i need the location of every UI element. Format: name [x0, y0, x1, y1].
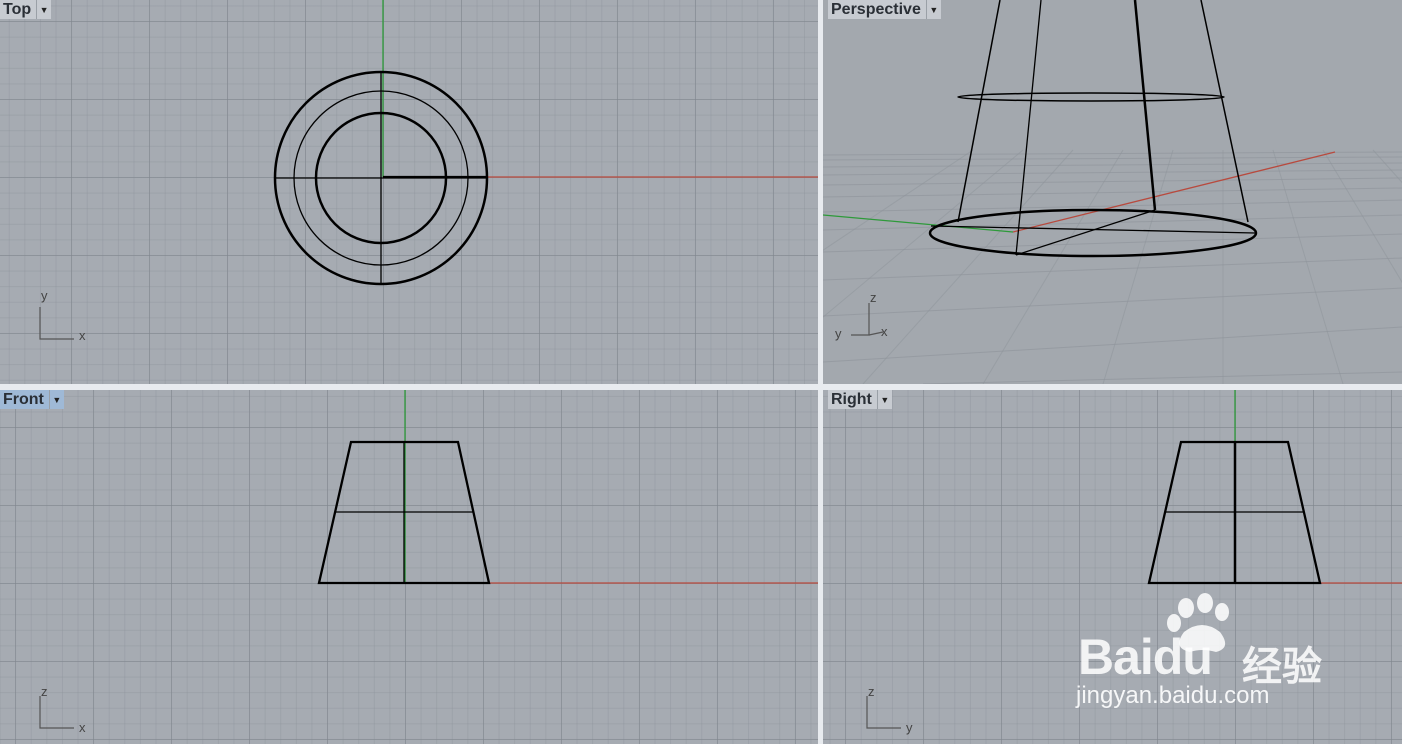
right-view-canvas	[866, 390, 1402, 729]
chevron-down-icon[interactable]: ▼	[37, 0, 52, 19]
axis-indicator	[866, 696, 901, 729]
viewport-tab-top[interactable]: Top ▼	[0, 0, 52, 19]
chevron-down-icon[interactable]: ▼	[926, 0, 941, 19]
perspective-grid	[823, 149, 1402, 384]
base-cross-1	[1015, 209, 1156, 256]
chevron-down-icon[interactable]: ▼	[49, 390, 64, 409]
axis-indicator-label-y: y	[835, 326, 842, 341]
axis-indicator-label-b: x	[79, 328, 86, 343]
top-view-canvas	[39, 0, 818, 340]
viewport-title: Front	[0, 390, 50, 409]
axis-indicator-label-a: z	[868, 684, 875, 699]
viewport-perspective[interactable]: z y x Perspective ▼	[823, 0, 1402, 384]
front-view-canvas	[39, 390, 818, 729]
chevron-down-icon[interactable]: ▼	[877, 390, 892, 409]
axis-indicator-label-x: x	[881, 324, 888, 339]
viewport-right[interactable]: z y Right ▼	[823, 390, 1402, 744]
viewport-title: Top	[0, 0, 38, 19]
viewport-splitter-horizontal[interactable]	[0, 384, 1402, 390]
axis-indicator	[851, 303, 884, 336]
axis-indicator-label-a: z	[41, 684, 48, 699]
viewport-title: Perspective	[828, 0, 927, 19]
viewport-splitter-vertical[interactable]	[818, 0, 823, 744]
axis-indicator-label-b: y	[906, 720, 913, 735]
viewport-tab-right[interactable]: Right ▼	[828, 390, 892, 409]
axis-indicator	[39, 307, 74, 340]
viewport-front[interactable]: z x Front ▼	[0, 390, 818, 744]
viewport-top[interactable]: y x Top ▼	[0, 0, 818, 384]
viewport-tab-perspective[interactable]: Perspective ▼	[828, 0, 941, 19]
perspective-canvas	[823, 0, 1402, 384]
viewport-tab-front[interactable]: Front ▼	[0, 390, 64, 409]
viewport-title: Right	[828, 390, 878, 409]
axis-indicator-label-z: z	[870, 290, 877, 305]
axis-indicator-label-b: x	[79, 720, 86, 735]
base-ellipse	[928, 208, 1258, 258]
axis-indicator	[39, 696, 74, 729]
sky-area	[823, 0, 1402, 148]
x-axis-line	[1012, 151, 1336, 233]
axis-indicator-label-a: y	[41, 288, 48, 303]
